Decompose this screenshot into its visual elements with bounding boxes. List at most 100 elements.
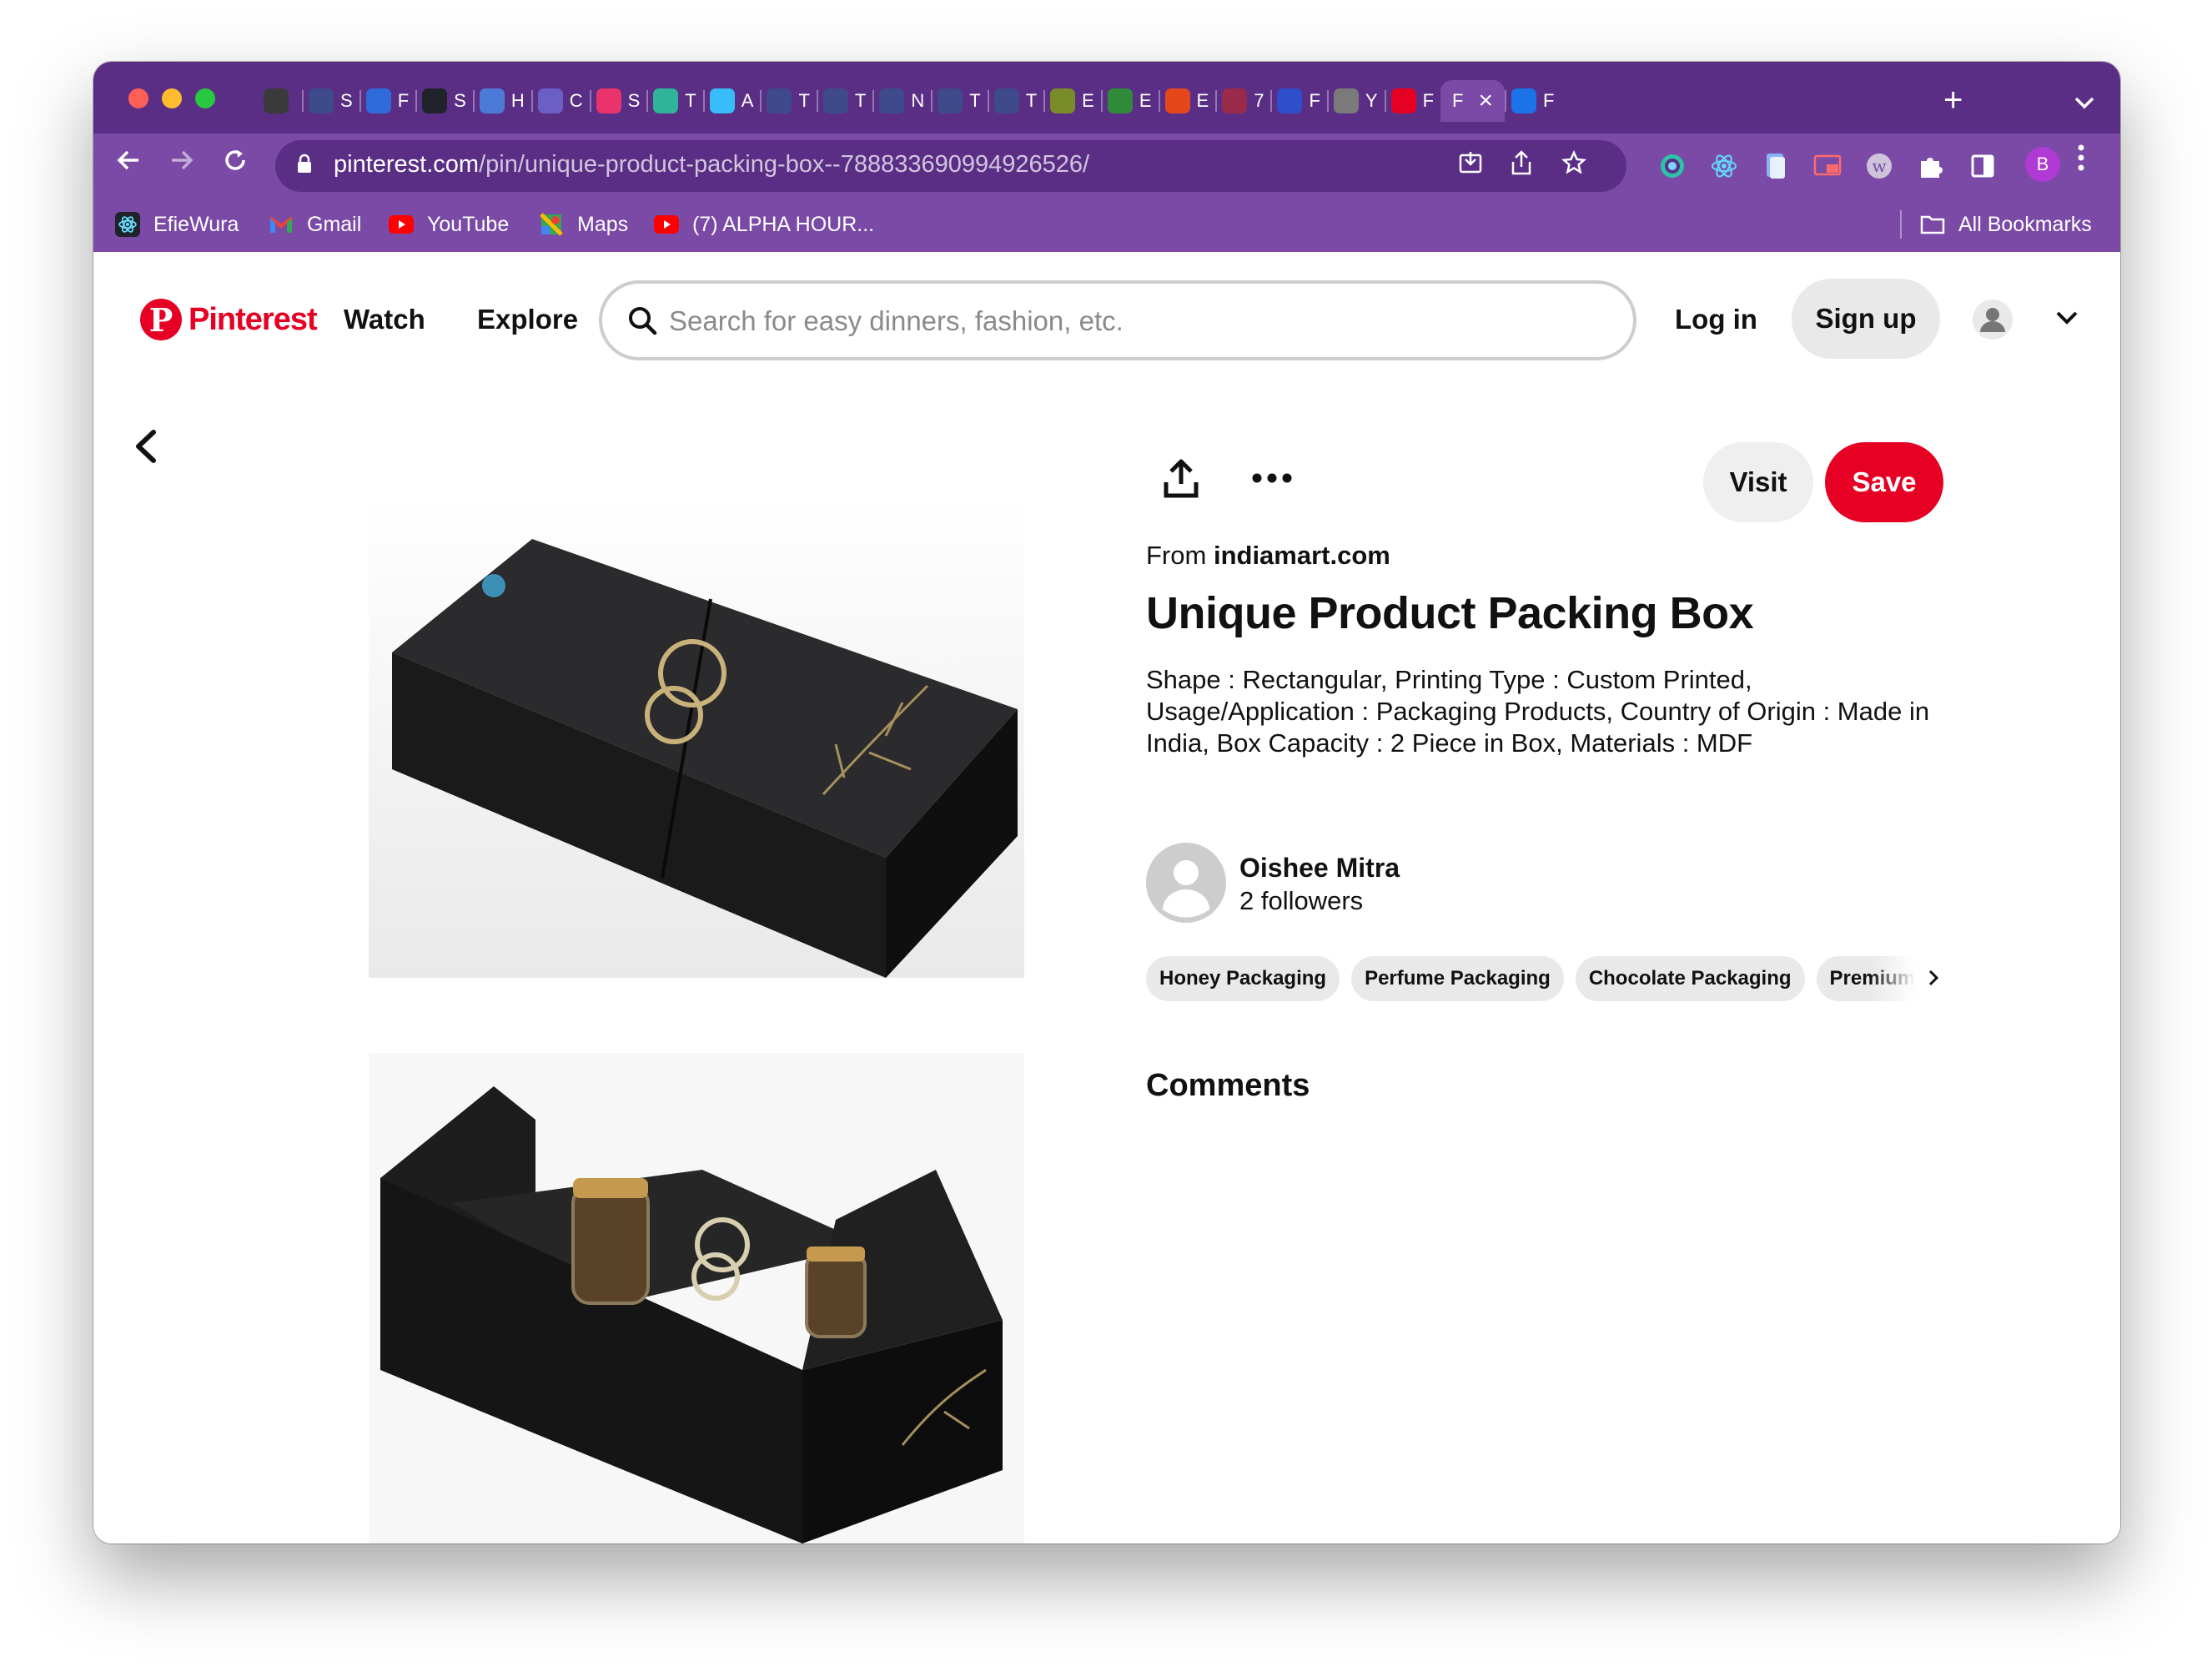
bookmark-label: Gmail: [307, 212, 362, 236]
all-bookmarks-button[interactable]: All Bookmarks: [1920, 209, 2092, 240]
browser-tab[interactable]: [257, 80, 302, 122]
browser-tab[interactable]: Y: [1326, 80, 1385, 122]
back-arrow-icon[interactable]: [128, 427, 167, 466]
tab-title: H: [510, 90, 525, 111]
close-window-button[interactable]: [128, 88, 148, 108]
search-input[interactable]: [669, 300, 1586, 342]
maximize-window-button[interactable]: [195, 88, 215, 108]
back-nav-button[interactable]: [115, 147, 142, 180]
share-icon[interactable]: [1163, 459, 1199, 499]
browser-tab[interactable]: E: [1043, 80, 1101, 122]
browser-tab[interactable]: 7: [1215, 80, 1270, 122]
arrow-left-icon: [117, 150, 138, 170]
browser-tab[interactable]: S: [415, 80, 473, 122]
browser-tab[interactable]: C: [530, 80, 590, 122]
browser-tab[interactable]: S: [302, 80, 359, 122]
bookmark-youtube[interactable]: YouTube: [389, 209, 509, 240]
t-icon: [993, 88, 1019, 113]
author-name[interactable]: Oishee Mitra: [1239, 853, 1400, 884]
bookmark-gmail[interactable]: Gmail: [269, 209, 361, 240]
browser-tab[interactable]: T: [760, 80, 816, 122]
visit-button[interactable]: Visit: [1703, 442, 1813, 522]
nav-explore[interactable]: Explore: [477, 304, 578, 335]
save-button[interactable]: Save: [1825, 442, 1943, 522]
browser-tab[interactable]: F: [1270, 80, 1326, 122]
browser-tab[interactable]: E: [1100, 80, 1159, 122]
share-page-icon[interactable]: [1510, 150, 1533, 182]
nav-watch[interactable]: Watch: [344, 304, 425, 335]
browser-tab[interactable]: T: [987, 80, 1043, 122]
side-panel-icon[interactable]: [1967, 150, 1998, 182]
tab-title: N: [911, 90, 925, 111]
browser-tab[interactable]: F: [1384, 80, 1440, 122]
tab-title: 7: [1254, 90, 1264, 111]
browser-tab[interactable]: F: [359, 80, 415, 122]
chevron-right-icon[interactable]: [1925, 963, 1943, 993]
pinterest-logo[interactable]: P Pinterest: [140, 299, 318, 340]
picture-in-picture-icon[interactable]: [1812, 150, 1843, 182]
tailwind-icon: [709, 88, 735, 113]
install-app-icon[interactable]: [1458, 150, 1483, 182]
browser-tab[interactable]: H: [472, 80, 531, 122]
product-image-open-box[interactable]: [369, 1053, 1024, 1544]
browser-toolbar: pinterest.com/pin/unique-product-packing…: [93, 133, 2120, 197]
site-icon: [822, 88, 848, 113]
puzzle-icon[interactable]: [1915, 150, 1947, 182]
tag-chip[interactable]: Perfume Packaging: [1351, 956, 1564, 1001]
flower-icon: [479, 88, 505, 113]
minimize-window-button[interactable]: [162, 88, 182, 108]
login-link[interactable]: Log in: [1675, 304, 1757, 335]
bookmark-label: (7) ALPHA HOUR...: [692, 212, 875, 236]
pinterest-icon: P: [140, 299, 182, 340]
bookmark-alpha-hour[interactable]: (7) ALPHA HOUR...: [654, 209, 874, 240]
comments-heading: Comments: [1146, 1068, 1310, 1103]
pinterest-page: P Pinterest Watch Explore Log in Sign up: [93, 252, 2120, 1544]
profile-avatar[interactable]: B: [2025, 147, 2060, 182]
tab-title: T: [685, 90, 696, 111]
browser-menu-icon[interactable]: [2077, 144, 2085, 179]
widget-icon: [264, 88, 289, 113]
tab-title: F: [397, 90, 410, 111]
bookmark-label: EfieWura: [153, 212, 239, 236]
signup-button[interactable]: Sign up: [1792, 279, 1940, 359]
reload-button[interactable]: [222, 147, 249, 180]
tab-list: S F S H C S T A T T N T T E E E 7 F Y F F × F: [257, 80, 1561, 122]
bookmark-star-icon[interactable]: [1561, 149, 1587, 182]
pin-title: Unique Product Packing Box: [1146, 588, 1754, 638]
site-icon: [938, 88, 963, 113]
tag-chip[interactable]: Chocolate Packaging: [1575, 956, 1805, 1001]
new-tab-button[interactable]: +: [1943, 83, 1963, 117]
user-avatar-icon[interactable]: [1972, 299, 2013, 340]
reload-icon: [225, 150, 245, 170]
source-domain-link[interactable]: indiamart.com: [1214, 541, 1390, 570]
leaf-icon: [653, 88, 679, 113]
browser-tab[interactable]: T: [931, 80, 987, 122]
browser-tab[interactable]: S: [589, 80, 647, 122]
tab-strip: S F S H C S T A T T N T T E E E 7 F Y F F × F +: [93, 62, 2120, 133]
w-extension-icon[interactable]: w: [1863, 150, 1895, 182]
browser-tab[interactable]: E: [1158, 80, 1216, 122]
bookmark-maps[interactable]: Maps: [539, 209, 628, 240]
react-devtools-icon[interactable]: [1708, 150, 1740, 182]
browser-tab[interactable]: A: [702, 80, 761, 122]
close-tab-icon[interactable]: ×: [1479, 87, 1494, 115]
tab-search-button[interactable]: [2074, 90, 2095, 116]
more-options-icon[interactable]: [1251, 469, 1293, 487]
address-bar[interactable]: pinterest.com/pin/unique-product-packing…: [275, 140, 1626, 192]
product-image-closed-box[interactable]: [369, 494, 1024, 978]
docs-extension-icon[interactable]: [1760, 150, 1792, 182]
author-avatar[interactable]: [1146, 843, 1226, 923]
browser-tab[interactable]: F: [1505, 80, 1561, 122]
forward-nav-button[interactable]: [168, 147, 195, 180]
bookmark-efiewura[interactable]: EfieWura: [115, 209, 239, 240]
chevron-down-icon[interactable]: [2054, 304, 2080, 330]
search-bar[interactable]: [599, 280, 1636, 360]
tag-chip[interactable]: Honey Packaging: [1146, 956, 1340, 1001]
browser-tab[interactable]: N: [872, 80, 931, 122]
browser-tab[interactable]: T: [646, 80, 702, 122]
tab-title: S: [340, 90, 353, 111]
browser-window: S F S H C S T A T T N T T E E E 7 F Y F F × F + pinterest.com/…: [93, 62, 2120, 1544]
tab-active[interactable]: F ×: [1440, 80, 1506, 122]
extension-circle-icon[interactable]: [1656, 150, 1688, 182]
browser-tab[interactable]: T: [816, 80, 872, 122]
